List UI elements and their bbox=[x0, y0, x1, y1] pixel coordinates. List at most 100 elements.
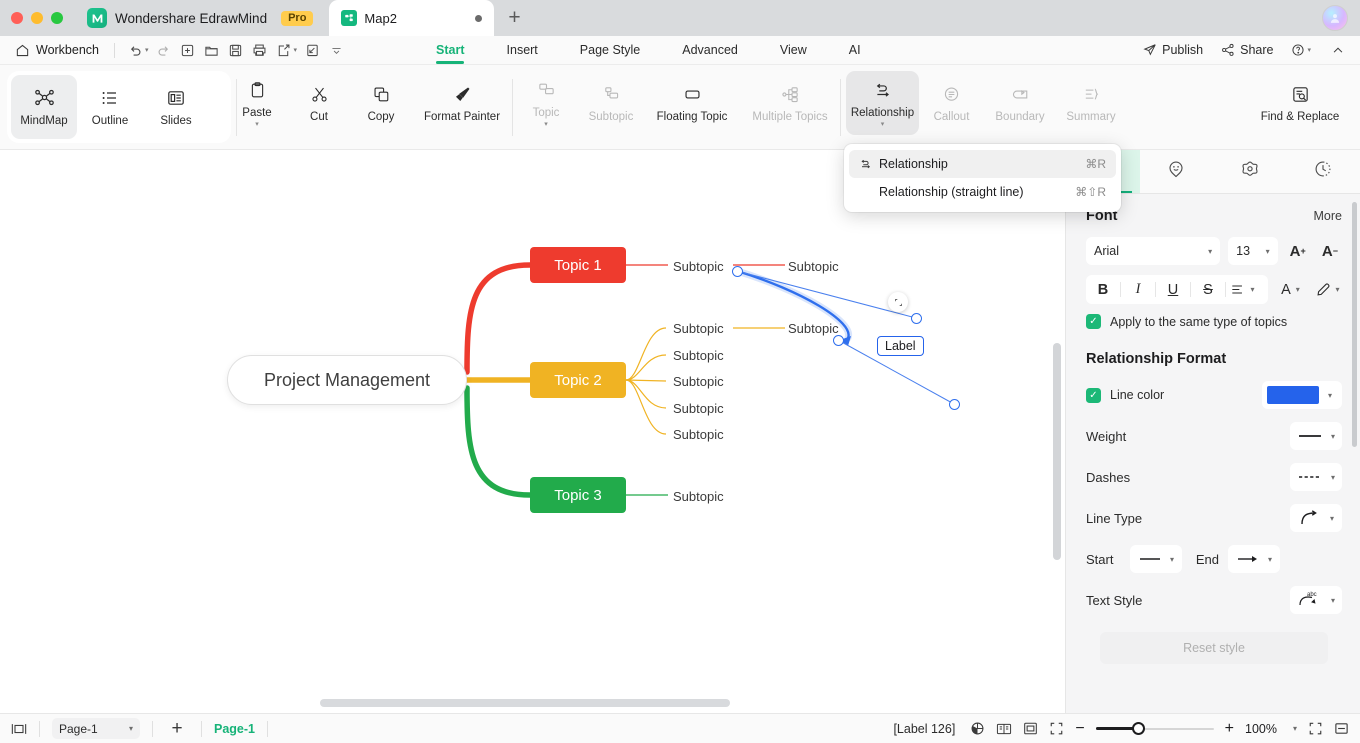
mindmap-canvas[interactable]: Project Management Topic 1 Topic 2 Topic… bbox=[0, 150, 1065, 713]
subtopic-label[interactable]: Subtopic bbox=[673, 259, 724, 274]
callout-button[interactable]: Callout bbox=[919, 71, 984, 135]
subtopic-label[interactable]: Subtopic bbox=[673, 374, 724, 389]
paste-caret-icon[interactable]: ▾ bbox=[255, 121, 259, 128]
import-icon[interactable] bbox=[301, 39, 323, 61]
font-size-select[interactable]: 13 ▾ bbox=[1228, 237, 1278, 265]
text-style-select[interactable]: abc ▾ bbox=[1290, 586, 1342, 614]
subtopic-label[interactable]: Subtopic bbox=[673, 489, 724, 504]
cut-button[interactable]: Cut bbox=[288, 71, 350, 135]
end-arrow-select[interactable]: ▾ bbox=[1228, 545, 1280, 573]
workbench-button[interactable]: Workbench bbox=[9, 43, 105, 58]
tab-view[interactable]: View bbox=[759, 36, 828, 65]
side-panel-scrollbar[interactable] bbox=[1352, 202, 1357, 447]
zoom-level-label[interactable]: 100% bbox=[1245, 722, 1277, 736]
export-icon[interactable] bbox=[273, 39, 295, 61]
subtopic-button[interactable]: Subtopic bbox=[576, 71, 646, 135]
font-more-button[interactable]: More bbox=[1314, 209, 1342, 223]
collapse-ribbon-button[interactable] bbox=[1324, 43, 1352, 57]
topic-button[interactable]: Topic ▾ bbox=[516, 71, 576, 135]
tab-insert[interactable]: Insert bbox=[486, 36, 559, 65]
relationship-caret-icon[interactable]: ▾ bbox=[881, 121, 885, 128]
relationship-start-handle[interactable] bbox=[732, 266, 743, 277]
pie-view-icon[interactable] bbox=[970, 721, 985, 736]
strikethrough-button[interactable]: S bbox=[1191, 275, 1225, 304]
save-icon[interactable] bbox=[225, 39, 247, 61]
tab-sticker[interactable] bbox=[1213, 150, 1287, 193]
tab-ai[interactable]: AI bbox=[828, 36, 882, 65]
paste-button[interactable]: Paste ▾ bbox=[226, 71, 288, 135]
line-type-select[interactable]: ▾ bbox=[1290, 504, 1342, 532]
print-icon[interactable] bbox=[249, 39, 271, 61]
fit-width-icon[interactable] bbox=[1334, 721, 1349, 736]
redo-icon[interactable] bbox=[153, 39, 175, 61]
document-tab[interactable]: Map2 bbox=[329, 0, 495, 36]
line-color-checkbox[interactable]: ✓ bbox=[1086, 387, 1101, 403]
copy-button[interactable]: Copy bbox=[350, 71, 412, 135]
fit-page-icon[interactable] bbox=[1308, 721, 1323, 736]
relationship-rotate-handle[interactable] bbox=[888, 292, 908, 312]
format-painter-button[interactable]: Format Painter bbox=[412, 71, 512, 135]
boundary-button[interactable]: Boundary bbox=[984, 71, 1056, 135]
subtopic-label[interactable]: Subtopic bbox=[673, 427, 724, 442]
zoom-slider[interactable] bbox=[1095, 722, 1214, 736]
apply-same-type-row[interactable]: ✓ Apply to the same type of topics bbox=[1086, 314, 1342, 329]
tab-advanced[interactable]: Advanced bbox=[661, 36, 759, 65]
topic-node-3[interactable]: Topic 3 bbox=[530, 477, 626, 513]
find-replace-button[interactable]: Find & Replace bbox=[1245, 71, 1355, 135]
mindmap-view-button[interactable]: MindMap bbox=[11, 75, 77, 139]
open-icon[interactable] bbox=[201, 39, 223, 61]
frame-view-icon[interactable] bbox=[1023, 721, 1038, 736]
canvas-horizontal-scrollbar[interactable] bbox=[320, 699, 730, 707]
subtopic-label[interactable]: Subtopic bbox=[788, 259, 839, 274]
line-color-picker[interactable]: ▾ bbox=[1262, 381, 1342, 409]
tab-history[interactable] bbox=[1287, 150, 1360, 193]
publish-button[interactable]: Publish bbox=[1136, 43, 1210, 57]
maximize-window-button[interactable] bbox=[51, 12, 63, 24]
relationship-control-handle-2[interactable] bbox=[949, 399, 960, 410]
panel-toggle-icon[interactable] bbox=[11, 722, 27, 736]
subtopic-label[interactable]: Subtopic bbox=[788, 321, 839, 336]
dashes-select[interactable]: ▾ bbox=[1290, 463, 1342, 491]
zoom-caret-icon[interactable]: ▾ bbox=[1293, 724, 1297, 733]
book-view-icon[interactable] bbox=[996, 722, 1012, 736]
italic-button[interactable]: I bbox=[1121, 275, 1155, 304]
subtopic-label[interactable]: Subtopic bbox=[673, 401, 724, 416]
start-arrow-select[interactable]: ▾ bbox=[1130, 545, 1182, 573]
zoom-slider-knob[interactable] bbox=[1131, 722, 1145, 735]
topic-caret-icon[interactable]: ▾ bbox=[544, 121, 548, 128]
line-color-toggle[interactable]: ✓ Line color bbox=[1086, 387, 1262, 403]
window-controls[interactable] bbox=[0, 12, 63, 24]
page-select[interactable]: Page-1 ▾ bbox=[52, 718, 140, 739]
menu-item-relationship[interactable]: Relationship ⌘R bbox=[849, 150, 1116, 178]
font-family-select[interactable]: Arial ▾ bbox=[1086, 237, 1221, 265]
new-tab-button[interactable]: + bbox=[508, 6, 520, 30]
tab-emoji[interactable] bbox=[1140, 150, 1214, 193]
share-button[interactable]: Share bbox=[1214, 43, 1280, 57]
reset-style-button[interactable]: Reset style bbox=[1100, 632, 1328, 664]
apply-same-type-checkbox[interactable]: ✓ bbox=[1086, 314, 1101, 329]
canvas-vertical-scrollbar[interactable] bbox=[1053, 343, 1061, 560]
increase-font-icon[interactable]: A + bbox=[1286, 243, 1310, 260]
tab-page-style[interactable]: Page Style bbox=[559, 36, 661, 65]
close-window-button[interactable] bbox=[11, 12, 23, 24]
decrease-font-icon[interactable]: A − bbox=[1318, 243, 1342, 260]
slides-view-button[interactable]: Slides bbox=[143, 75, 209, 139]
avatar[interactable] bbox=[1322, 5, 1348, 31]
relationship-control-handle-1[interactable] bbox=[911, 313, 922, 324]
minimize-window-button[interactable] bbox=[31, 12, 43, 24]
highlight-icon[interactable]: ▾ bbox=[1313, 275, 1342, 304]
current-page-tab[interactable]: Page-1 bbox=[214, 722, 255, 736]
undo-caret-icon[interactable]: ▾ bbox=[145, 46, 149, 54]
bold-button[interactable]: B bbox=[1086, 275, 1120, 304]
undo-icon[interactable] bbox=[124, 39, 146, 61]
zoom-out-button[interactable]: − bbox=[1075, 720, 1084, 738]
add-page-button[interactable]: + bbox=[165, 718, 189, 740]
multiple-topics-button[interactable]: Multiple Topics bbox=[738, 71, 842, 135]
help-button[interactable]: ▾ bbox=[1284, 43, 1320, 57]
export-caret-icon[interactable]: ▾ bbox=[294, 46, 298, 54]
align-icon[interactable]: ▾ bbox=[1226, 275, 1260, 304]
zoom-in-button[interactable]: + bbox=[1225, 720, 1234, 738]
fullscreen-view-icon[interactable] bbox=[1049, 721, 1064, 736]
menu-item-relationship-straight[interactable]: Relationship (straight line) ⌘⇧R bbox=[849, 178, 1116, 206]
relationship-end-handle[interactable] bbox=[833, 335, 844, 346]
